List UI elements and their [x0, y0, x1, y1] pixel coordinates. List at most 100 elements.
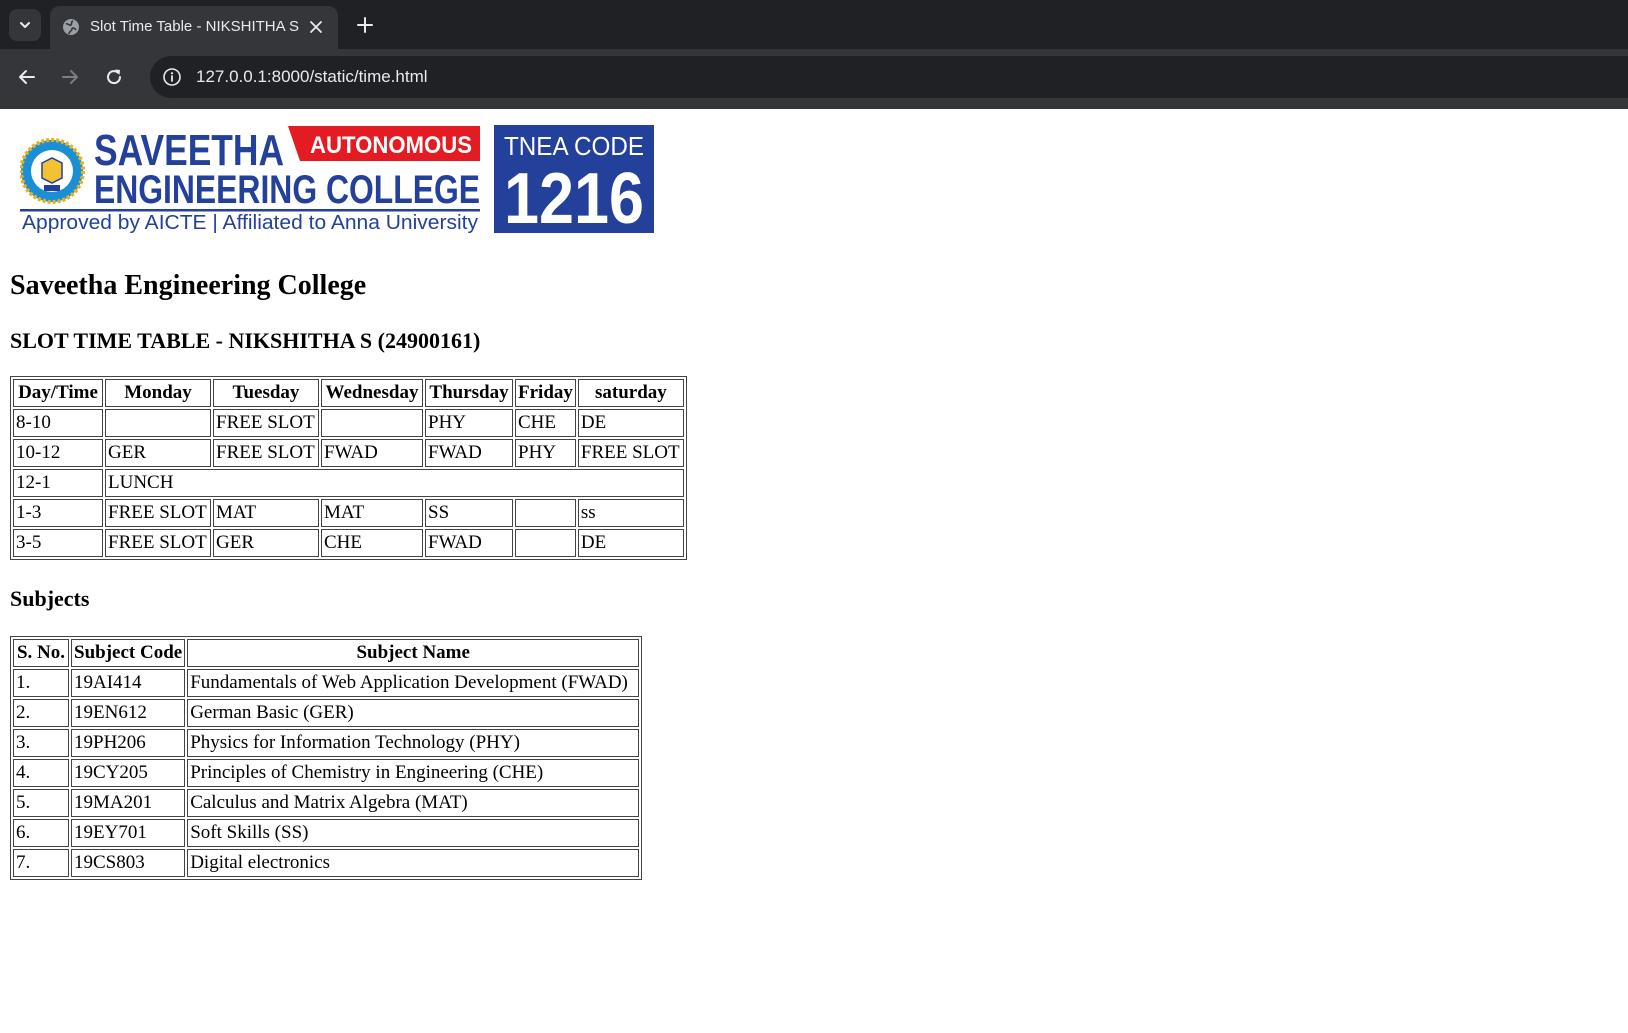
timetable-header-cell: Monday	[105, 379, 211, 407]
table-cell: FWAD	[425, 439, 513, 467]
table-cell: SS	[425, 499, 513, 527]
subject-code-cell: 19MA201	[71, 789, 186, 817]
time-slot-cell: 12-1	[13, 469, 103, 497]
timetable-header-cell: Tuesday	[213, 379, 319, 407]
url-text[interactable]: 127.0.0.1:8000/static/time.html	[196, 67, 428, 87]
timetable-header-cell: Friday	[515, 379, 576, 407]
table-cell: FREE SLOT	[213, 409, 319, 437]
page-content: SAVEETHA AUTONOMOUS ENGINEERING COLLEGE …	[0, 109, 1628, 880]
serial-cell: 1.	[13, 669, 69, 697]
forward-arrow-icon[interactable]	[60, 67, 80, 87]
serial-cell: 3.	[13, 729, 69, 757]
timetable-header-cell: Wednesday	[321, 379, 423, 407]
subject-code-cell: 19CY205	[71, 759, 186, 787]
table-cell: MAT	[213, 499, 319, 527]
tab-title: Slot Time Table - NIKSHITHA S	[90, 18, 299, 35]
subjects-header-cell: Subject Name	[187, 639, 640, 667]
table-cell: FREE SLOT	[105, 499, 211, 527]
subject-code-cell: 19PH206	[71, 729, 186, 757]
table-row: 1. 19AI414 Fundamentals of Web Applicati…	[13, 669, 640, 697]
table-cell: GER	[213, 529, 319, 557]
table-cell: CHE	[321, 529, 423, 557]
serial-cell: 2.	[13, 699, 69, 727]
table-cell: CHE	[515, 409, 576, 437]
reload-icon[interactable]	[104, 67, 124, 87]
table-cell: FWAD	[321, 439, 423, 467]
table-row: 3. 19PH206 Physics for Information Techn…	[13, 729, 640, 757]
svg-text:ENGINEERING COLLEGE: ENGINEERING COLLEGE	[94, 168, 480, 212]
time-slot-cell: 10-12	[13, 439, 103, 467]
subject-name-cell: German Basic (GER)	[187, 699, 640, 727]
globe-icon	[63, 19, 79, 35]
subject-name-cell: Soft Skills (SS)	[187, 819, 640, 847]
subjects-header-row: S. No. Subject Code Subject Name	[13, 639, 640, 667]
table-cell: FREE SLOT	[105, 529, 211, 557]
subject-code-cell: 19AI414	[71, 669, 186, 697]
svg-text:AUTONOMOUS: AUTONOMOUS	[310, 132, 472, 159]
timetable-header-cell: Day/Time	[13, 379, 103, 407]
serial-cell: 4.	[13, 759, 69, 787]
subject-code-cell: 19CS803	[71, 849, 186, 877]
table-row: 12-1 LUNCH	[13, 469, 684, 497]
table-cell: PHY	[425, 409, 513, 437]
subject-name-cell: Principles of Chemistry in Engineering (…	[187, 759, 640, 787]
subject-name-cell: Calculus and Matrix Algebra (MAT)	[187, 789, 640, 817]
college-logo: SAVEETHA AUTONOMOUS ENGINEERING COLLEGE …	[19, 123, 1618, 239]
table-row: 1-3 FREE SLOT MAT MAT SS ss	[13, 499, 684, 527]
back-arrow-icon[interactable]	[17, 67, 37, 87]
subjects-table: S. No. Subject Code Subject Name 1. 19AI…	[10, 636, 643, 880]
table-row: 8-10 FREE SLOT PHY CHE DE	[13, 409, 684, 437]
serial-cell: 6.	[13, 819, 69, 847]
site-info-icon[interactable]	[162, 67, 182, 87]
time-slot-cell: 8-10	[13, 409, 103, 437]
lunch-cell: LUNCH	[105, 469, 684, 497]
table-cell: FREE SLOT	[213, 439, 319, 467]
subject-code-cell: 19EY701	[71, 819, 186, 847]
subjects-header-cell: S. No.	[13, 639, 69, 667]
table-cell	[515, 499, 576, 527]
table-cell: ss	[577, 499, 684, 527]
serial-cell: 7.	[13, 849, 69, 877]
college-seal-icon	[19, 138, 85, 204]
table-cell	[105, 409, 211, 437]
serial-cell: 5.	[13, 789, 69, 817]
close-icon[interactable]	[308, 19, 324, 35]
table-cell: DE	[577, 409, 684, 437]
new-tab-icon[interactable]	[355, 15, 375, 35]
subject-name-cell: Digital electronics	[187, 849, 640, 877]
table-cell	[321, 409, 423, 437]
timetable-header-cell: Thursday	[425, 379, 513, 407]
address-bar[interactable]: 127.0.0.1:8000/static/time.html	[150, 56, 1628, 98]
browser-chrome: Slot Time Table - NIKSHITHA S 127.0.0.1:…	[0, 0, 1628, 109]
subject-name-cell: Physics for Information Technology (PHY)	[187, 729, 640, 757]
table-cell: GER	[105, 439, 211, 467]
timetable-heading: SLOT TIME TABLE - NIKSHITHA S (24900161)	[10, 328, 481, 353]
table-cell	[515, 529, 576, 557]
chevron-down-icon	[20, 22, 30, 28]
timetable-header-cell: saturday	[577, 379, 684, 407]
table-cell: FREE SLOT	[577, 439, 684, 467]
subjects-heading: Subjects	[10, 586, 90, 611]
table-row: 10-12 GER FREE SLOT FWAD FWAD PHY FREE S…	[13, 439, 684, 467]
subjects-header-cell: Subject Code	[71, 639, 186, 667]
table-cell: PHY	[515, 439, 576, 467]
subject-name-cell: Fundamentals of Web Application Developm…	[187, 669, 640, 697]
tab-search-button[interactable]	[9, 9, 41, 41]
table-cell: DE	[577, 529, 684, 557]
table-row: 5. 19MA201 Calculus and Matrix Algebra (…	[13, 789, 640, 817]
timetable-table: Day/Time Monday Tuesday Wednesday Thursd…	[10, 376, 687, 560]
college-logo-image: SAVEETHA AUTONOMOUS ENGINEERING COLLEGE …	[19, 125, 654, 239]
table-row: 3-5 FREE SLOT GER CHE FWAD DE	[13, 529, 684, 557]
table-cell: MAT	[321, 499, 423, 527]
table-row: 4. 19CY205 Principles of Chemistry in En…	[13, 759, 640, 787]
table-row: 6. 19EY701 Soft Skills (SS)	[13, 819, 640, 847]
table-cell: FWAD	[425, 529, 513, 557]
svg-text:1216: 1216	[504, 159, 644, 235]
browser-toolbar: 127.0.0.1:8000/static/time.html	[0, 49, 1628, 105]
timetable-header-row: Day/Time Monday Tuesday Wednesday Thursd…	[13, 379, 684, 407]
subject-code-cell: 19EN612	[71, 699, 186, 727]
active-tab[interactable]: Slot Time Table - NIKSHITHA S	[50, 6, 338, 49]
page-title: Saveetha Engineering College	[10, 270, 367, 301]
table-row: 2. 19EN612 German Basic (GER)	[13, 699, 640, 727]
time-slot-cell: 3-5	[13, 529, 103, 557]
